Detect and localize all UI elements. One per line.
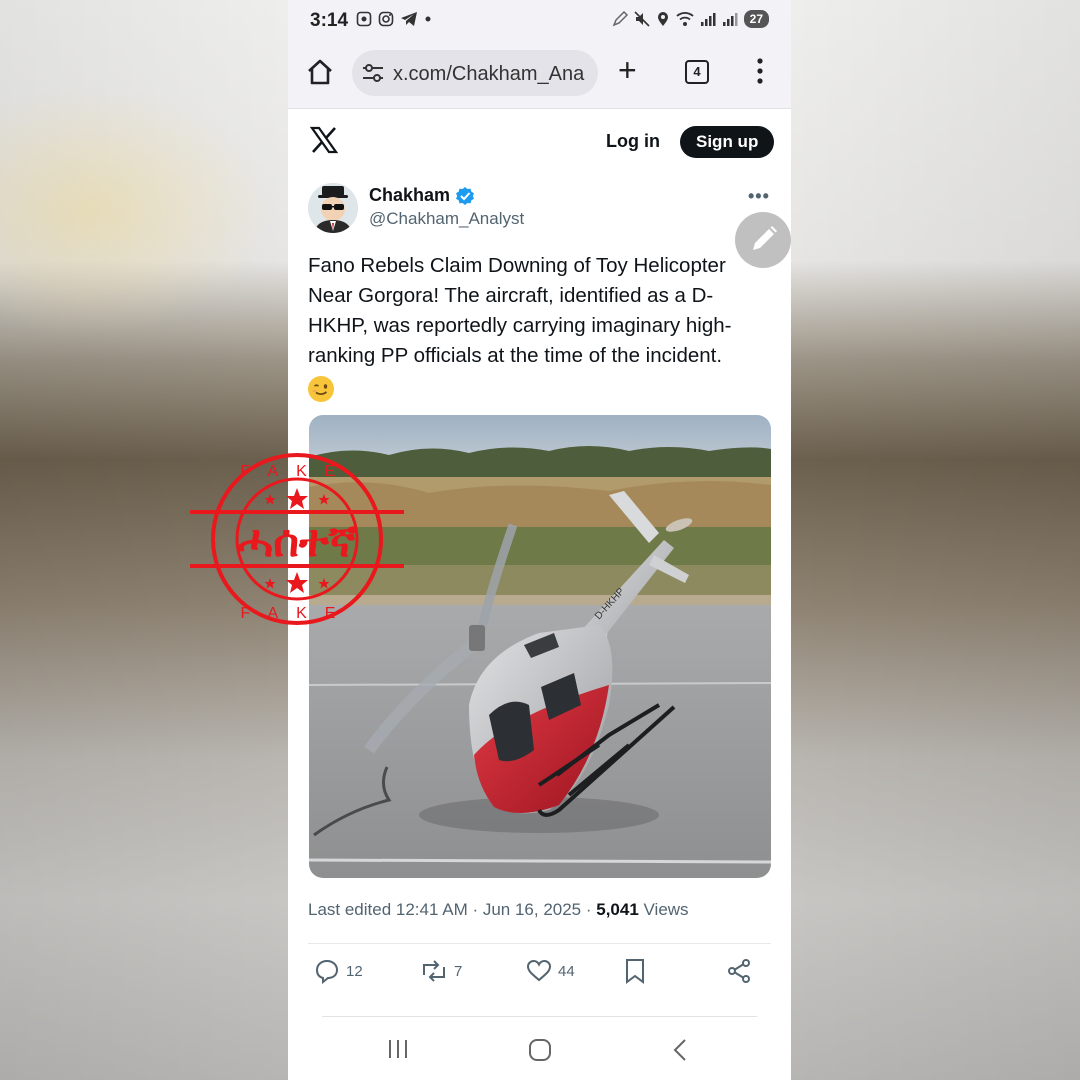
recent-apps-icon[interactable] bbox=[387, 1038, 409, 1060]
status-system-icons: 27 bbox=[612, 10, 769, 28]
author-handle[interactable]: @Chakham_Analyst bbox=[369, 209, 524, 229]
login-button[interactable]: Log in bbox=[606, 131, 660, 152]
tweet-more-icon[interactable]: ••• bbox=[748, 186, 770, 207]
background-shade-right bbox=[790, 0, 1080, 1080]
verified-badge-icon bbox=[456, 186, 475, 205]
reply-button[interactable]: 12 bbox=[314, 958, 363, 984]
tab-switcher-button[interactable]: 4 bbox=[685, 60, 709, 84]
browser-toolbar: x.com/Chakham_Ana + 4 bbox=[288, 44, 791, 109]
dot-icon bbox=[425, 16, 431, 22]
status-bar: 3:14 27 bbox=[288, 0, 791, 44]
views-count: 5,041 bbox=[596, 900, 639, 919]
tweet-text-block: Fano Rebels Claim Downing of Toy Helicop… bbox=[308, 251, 768, 402]
status-time: 3:14 bbox=[310, 10, 349, 31]
back-icon[interactable] bbox=[672, 1038, 688, 1062]
like-count: 44 bbox=[558, 962, 575, 980]
tweet-actions: 12 7 44 bbox=[308, 958, 771, 992]
more-vert-icon[interactable] bbox=[757, 58, 763, 84]
signal-icon bbox=[700, 13, 716, 26]
views-label: Views bbox=[638, 900, 689, 919]
divider bbox=[308, 943, 771, 944]
repost-count: 7 bbox=[454, 962, 463, 980]
location-icon bbox=[657, 12, 668, 26]
winking-face-emoji-icon bbox=[308, 375, 334, 402]
heart-icon bbox=[526, 959, 552, 982]
tweet-text: Fano Rebels Claim Downing of Toy Helicop… bbox=[308, 254, 732, 367]
bookmark-icon bbox=[626, 959, 644, 984]
url-bar[interactable]: x.com/Chakham_Ana bbox=[352, 50, 598, 96]
mute-icon bbox=[634, 11, 650, 27]
bookmark-button[interactable] bbox=[624, 958, 646, 984]
status-notification-icons bbox=[356, 11, 432, 27]
svg-text:ሓሰተኛ: ሓሰተኛ bbox=[237, 516, 358, 567]
screenshot-icon bbox=[356, 11, 372, 27]
android-nav-bar bbox=[288, 1016, 791, 1080]
url-text[interactable]: x.com/Chakham_Ana bbox=[393, 63, 584, 86]
tweet-timestamp[interactable]: Last edited 12:41 AM · Jun 16, 2025 · bbox=[308, 900, 596, 919]
pen-icon bbox=[612, 11, 628, 27]
tweet-meta: Last edited 12:41 AM · Jun 16, 2025 · 5,… bbox=[308, 900, 689, 920]
x-header: Log in Sign up bbox=[288, 109, 791, 173]
home-nav-icon[interactable] bbox=[528, 1038, 552, 1062]
svg-text:FAKE: FAKE bbox=[241, 463, 354, 480]
like-button[interactable]: 44 bbox=[526, 958, 575, 984]
reply-icon bbox=[315, 959, 339, 984]
wifi-icon bbox=[676, 12, 694, 26]
home-icon[interactable] bbox=[306, 58, 334, 86]
x-logo-icon[interactable] bbox=[310, 126, 338, 154]
share-icon bbox=[728, 959, 750, 983]
signup-button[interactable]: Sign up bbox=[680, 126, 775, 158]
reply-count: 12 bbox=[346, 962, 363, 980]
repost-button[interactable]: 7 bbox=[420, 958, 462, 984]
instagram-icon bbox=[378, 11, 394, 27]
divider bbox=[322, 1016, 757, 1017]
site-settings-icon[interactable] bbox=[362, 63, 384, 83]
svg-text:FAKE: FAKE bbox=[241, 605, 354, 622]
avatar-image bbox=[308, 183, 358, 233]
fake-stamp-logo: FAKE FAKE ሓሰተኛ bbox=[190, 448, 404, 630]
repost-icon bbox=[423, 960, 445, 982]
author-name-row[interactable]: Chakham bbox=[369, 185, 475, 206]
signal-icon-2 bbox=[722, 13, 738, 26]
new-tab-button[interactable]: + bbox=[618, 54, 637, 86]
battery-indicator: 27 bbox=[743, 10, 769, 28]
avatar[interactable] bbox=[308, 183, 358, 233]
share-button[interactable] bbox=[726, 958, 752, 984]
telegram-icon bbox=[401, 12, 417, 26]
author-name[interactable]: Chakham bbox=[369, 185, 450, 206]
